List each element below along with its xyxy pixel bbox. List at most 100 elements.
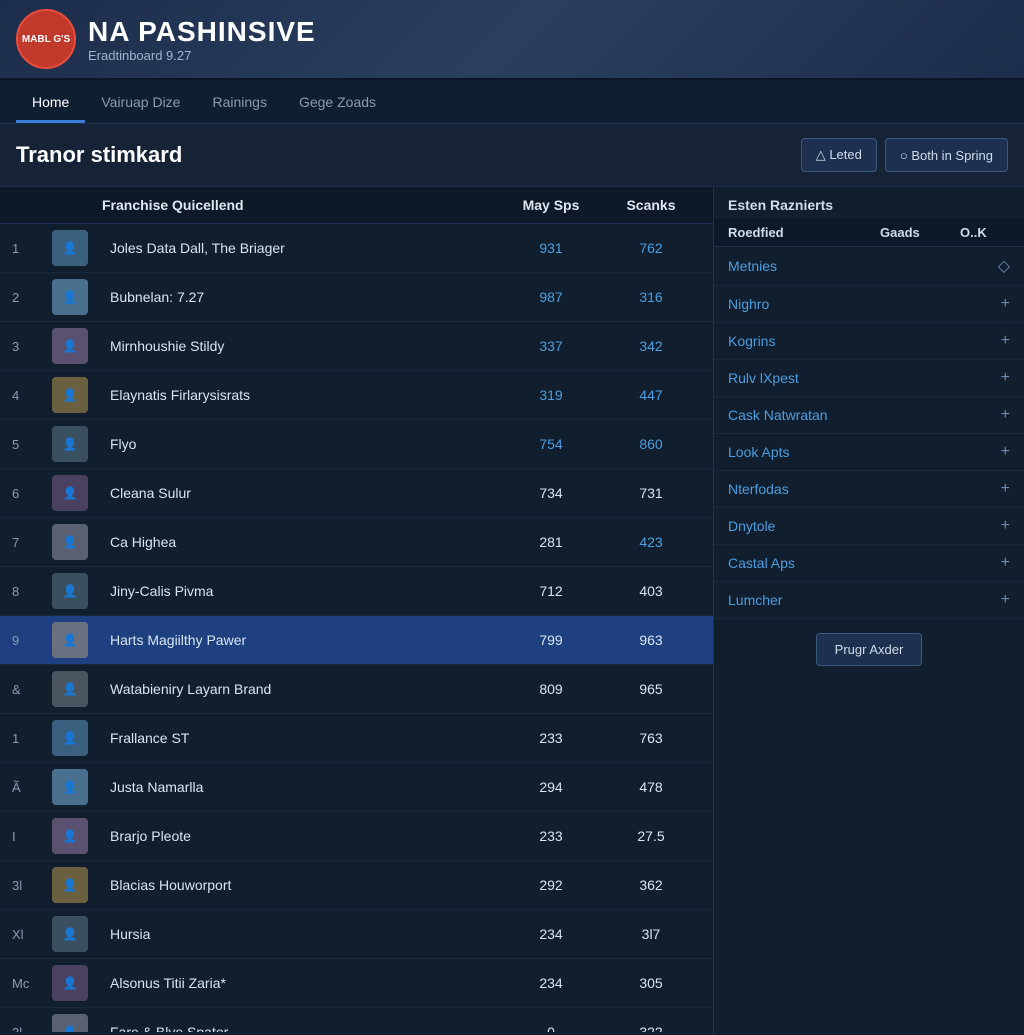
nav-item-home[interactable]: Home [16, 84, 85, 123]
avatar: 👤 [52, 965, 88, 1001]
right-row-name: Dnytole [728, 518, 880, 534]
table-row[interactable]: 3l 👤 Blacias Houworport 292 362 [0, 861, 713, 910]
player-name: Cleana Sulur [102, 485, 501, 501]
right-panel-row[interactable]: Nighro + [714, 286, 1024, 323]
right-panel-row[interactable]: Lumcher + [714, 582, 1024, 619]
table-row[interactable]: 8 👤 Jiny-Calis Pivma 712 403 [0, 567, 713, 616]
right-row-name: Metnies [728, 258, 880, 274]
stat-may-sps: 292 [501, 877, 601, 893]
table-row[interactable]: 9 👤 Harts Magiilthy Pawer 799 963 [0, 616, 713, 665]
right-panel-row[interactable]: Dnytole + [714, 508, 1024, 545]
table-row[interactable]: Mc 👤 Alsonus Titii Zaria* 234 305 [0, 959, 713, 1008]
stat-may-sps: 734 [501, 485, 601, 501]
right-row-action[interactable]: + [960, 443, 1010, 461]
nav-item-rainings[interactable]: Rainings [196, 84, 282, 123]
table-row[interactable]: Xl 👤 Hursia 234 3l7 [0, 910, 713, 959]
right-row-name: Rulv lXpest [728, 370, 880, 386]
player-name: Harts Magiilthy Pawer [102, 632, 501, 648]
table-row[interactable]: Ã 👤 Justa Namarlla 294 478 [0, 763, 713, 812]
table-row[interactable]: 1 👤 Joles Data Dall, The Briager 931 762 [0, 224, 713, 273]
right-col-ok: O..K [960, 225, 1010, 240]
stat-may-sps: 319 [501, 387, 601, 403]
leted-button[interactable]: △ Leted [801, 138, 877, 172]
row-rank: 3l [12, 878, 52, 893]
prugr-axder-button[interactable]: Prugr Axder [816, 633, 923, 666]
table-row[interactable]: I 👤 Brarjo Pleote 233 27.5 [0, 812, 713, 861]
right-row-action[interactable]: + [960, 517, 1010, 535]
col-scanks: Scanks [601, 197, 701, 213]
player-name: Blacias Houworport [102, 877, 501, 893]
row-rank: 8 [12, 584, 52, 599]
right-panel-row[interactable]: Cask Natwratan + [714, 397, 1024, 434]
right-panel-row[interactable]: Metnies ◇ [714, 247, 1024, 286]
table-row[interactable]: 3 👤 Mirnhoushie Stildy 337 342 [0, 322, 713, 371]
row-rank: 5 [12, 437, 52, 452]
stat-may-sps: 809 [501, 681, 601, 697]
stat-scanks: 423 [601, 534, 701, 550]
table-row[interactable]: 4 👤 Elaynatis Firlarysisrats 319 447 [0, 371, 713, 420]
table-row[interactable]: 3l 👤 Fare & Blye Spator 0 322 [0, 1008, 713, 1032]
avatar: 👤 [52, 769, 88, 805]
stat-may-sps: 931 [501, 240, 601, 256]
table-row[interactable]: & 👤 Watabieniry Layarn Brand 809 965 [0, 665, 713, 714]
right-panel-row[interactable]: Castal Aps + [714, 545, 1024, 582]
table-row[interactable]: 2 👤 Bubnelan: 7.27 987 316 [0, 273, 713, 322]
right-row-action[interactable]: ◇ [960, 256, 1010, 276]
right-row-action[interactable]: + [960, 591, 1010, 609]
right-row-name: Castal Aps [728, 555, 880, 571]
player-name: Bubnelan: 7.27 [102, 289, 501, 305]
row-rank: 2 [12, 290, 52, 305]
right-col-headers: Roedfied Gaads O..K [714, 219, 1024, 247]
avatar: 👤 [52, 279, 88, 315]
right-row-name: Cask Natwratan [728, 407, 880, 423]
right-row-action[interactable]: + [960, 554, 1010, 572]
app-logo: MABL G'S [16, 9, 76, 69]
player-name: Ca Highea [102, 534, 501, 550]
stat-may-sps: 754 [501, 436, 601, 452]
table-row[interactable]: 6 👤 Cleana Sulur 734 731 [0, 469, 713, 518]
avatar: 👤 [52, 377, 88, 413]
stat-may-sps: 712 [501, 583, 601, 599]
main-content: Franchise Quicellend May Sps Scanks 1 👤 … [0, 187, 1024, 1035]
right-row-action[interactable]: + [960, 332, 1010, 350]
player-name: Jiny-Calis Pivma [102, 583, 501, 599]
right-panel-row[interactable]: Kogrins + [714, 323, 1024, 360]
nav-bar: Home Vairuap Dize Rainings Gege Zoads [0, 80, 1024, 124]
right-row-action[interactable]: + [960, 295, 1010, 313]
both-in-spring-button[interactable]: ○ Both in Spring [885, 138, 1008, 172]
right-panel-row[interactable]: Rulv lXpest + [714, 360, 1024, 397]
col-avatar [52, 197, 102, 213]
row-rank: 6 [12, 486, 52, 501]
player-name: Hursia [102, 926, 501, 942]
right-row-name: Nighro [728, 296, 880, 312]
table-row[interactable]: 5 👤 Flyo 754 860 [0, 420, 713, 469]
right-panel-row[interactable]: Look Apts + [714, 434, 1024, 471]
avatar: 👤 [52, 573, 88, 609]
stat-may-sps: 233 [501, 828, 601, 844]
row-rank: Mc [12, 976, 52, 991]
table-row[interactable]: 1 👤 Frallance ST 233 763 [0, 714, 713, 763]
row-rank: 4 [12, 388, 52, 403]
right-row-action[interactable]: + [960, 406, 1010, 424]
avatar: 👤 [52, 622, 88, 658]
nav-item-gege[interactable]: Gege Zoads [283, 84, 392, 123]
stat-scanks: 362 [601, 877, 701, 893]
stat-scanks: 3l7 [601, 926, 701, 942]
stat-scanks: 478 [601, 779, 701, 795]
app-subtitle: Eradtinboard 9.27 [88, 48, 316, 63]
right-row-action[interactable]: + [960, 369, 1010, 387]
page-header: Tranor stimkard △ Leted ○ Both in Spring [0, 124, 1024, 187]
nav-item-vairuap[interactable]: Vairuap Dize [85, 84, 196, 123]
right-panel-row[interactable]: Nterfodas + [714, 471, 1024, 508]
right-row-action[interactable]: + [960, 480, 1010, 498]
stat-scanks: 342 [601, 338, 701, 354]
table-row[interactable]: 7 👤 Ca Highea 281 423 [0, 518, 713, 567]
stat-scanks: 447 [601, 387, 701, 403]
player-name: Mirnhoushie Stildy [102, 338, 501, 354]
stat-scanks: 860 [601, 436, 701, 452]
row-rank: 1 [12, 731, 52, 746]
stat-scanks: 731 [601, 485, 701, 501]
row-rank: 1 [12, 241, 52, 256]
app-title: NA PASHINSIVE [88, 16, 316, 48]
stat-scanks: 403 [601, 583, 701, 599]
